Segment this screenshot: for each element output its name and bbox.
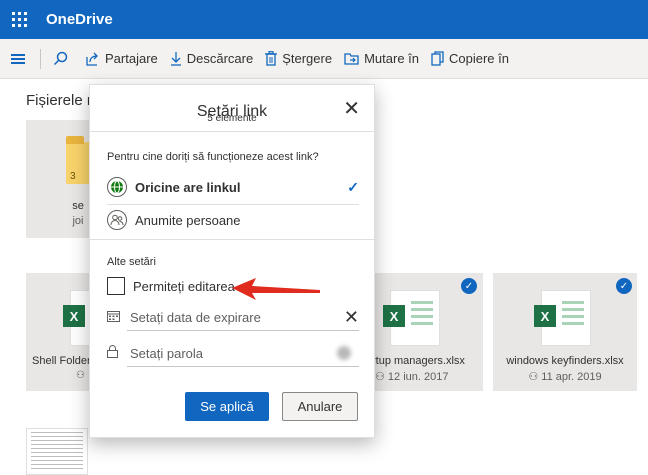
option-specific-people[interactable]: Anumite persoane bbox=[107, 205, 359, 235]
copy-button[interactable]: Copiere în bbox=[425, 39, 515, 79]
trash-icon bbox=[265, 51, 278, 66]
app-launcher-icon[interactable] bbox=[0, 0, 38, 39]
document-thumbnail[interactable] bbox=[26, 428, 88, 475]
search-icon bbox=[53, 51, 68, 66]
password-field[interactable]: Setați parola bbox=[107, 339, 359, 367]
app-title[interactable]: OneDrive bbox=[46, 11, 113, 28]
menu-icon[interactable] bbox=[0, 39, 36, 79]
option-label: Oricine are linkul bbox=[135, 179, 241, 195]
globe-icon bbox=[107, 177, 127, 197]
expiry-date-placeholder: Setați data de expirare bbox=[130, 309, 261, 325]
option-label: Anumite persoane bbox=[135, 212, 241, 228]
divider bbox=[40, 48, 41, 69]
allow-editing-checkbox[interactable] bbox=[107, 277, 125, 295]
app-header: OneDrive bbox=[0, 0, 648, 39]
command-bar: Partajare Descărcare Ștergere Mutare în … bbox=[0, 39, 648, 79]
move-button[interactable]: Mutare în bbox=[338, 39, 425, 79]
excel-file-icon: X bbox=[534, 290, 591, 346]
cancel-button[interactable]: Anulare bbox=[282, 392, 358, 421]
download-icon bbox=[170, 51, 182, 66]
file-name: windows keyfinders.xlsx bbox=[506, 355, 624, 367]
copy-label: Copiere în bbox=[449, 51, 509, 66]
apply-button[interactable]: Se aplică bbox=[185, 392, 269, 421]
selected-check-icon[interactable]: ✓ bbox=[461, 278, 477, 294]
file-name: rtup managers.xlsx bbox=[372, 355, 465, 367]
audience-question: Pentru cine doriți să funcționeze acest … bbox=[107, 151, 319, 163]
download-label: Descărcare bbox=[186, 51, 254, 66]
annotation-arrow-icon bbox=[232, 278, 320, 300]
file-date: ⚇ 11 apr. 2019 bbox=[493, 370, 637, 383]
excel-file-icon: X bbox=[383, 290, 440, 346]
calendar-icon bbox=[107, 310, 125, 325]
close-icon[interactable]: ✕ bbox=[343, 99, 360, 119]
search-button[interactable] bbox=[47, 39, 79, 79]
share-label: Partajare bbox=[105, 51, 158, 66]
move-label: Mutare în bbox=[364, 51, 420, 66]
move-icon bbox=[344, 52, 359, 65]
password-placeholder: Setați parola bbox=[130, 345, 203, 361]
link-settings-dialog: Setări link 5 elemente ✕ Pentru cine dor… bbox=[89, 84, 375, 438]
file-date-text: 11 apr. 2019 bbox=[541, 371, 602, 383]
allow-editing-row[interactable]: Permiteți editarea bbox=[107, 277, 235, 295]
lock-icon bbox=[107, 345, 125, 361]
delete-label: Ștergere bbox=[282, 51, 333, 66]
dialog-subtitle: 5 elemente bbox=[207, 113, 257, 124]
other-settings-heading: Alte setări bbox=[107, 256, 156, 268]
share-icon bbox=[85, 52, 100, 66]
expiry-date-field[interactable]: Setați data de expirare ✕ bbox=[107, 303, 359, 331]
shared-icon: ⚇ bbox=[76, 370, 85, 381]
download-button[interactable]: Descărcare bbox=[164, 39, 259, 79]
file-tile[interactable]: ✓ X rtup managers.xlsx ⚇ 12 iun. 2017 bbox=[372, 273, 483, 391]
checkmark-icon: ✓ bbox=[347, 178, 359, 195]
share-button[interactable]: Partajare bbox=[79, 39, 164, 79]
clear-expiry-icon[interactable]: ✕ bbox=[344, 307, 359, 328]
file-date-text: 12 iun. 2017 bbox=[387, 371, 449, 383]
file-name: Shell Folder bbox=[32, 355, 91, 367]
option-anyone[interactable]: Oricine are linkul ✓ bbox=[107, 172, 359, 202]
allow-editing-label: Permiteți editarea bbox=[133, 278, 235, 294]
divider bbox=[90, 131, 374, 132]
people-icon bbox=[107, 210, 127, 230]
selected-check-icon[interactable]: ✓ bbox=[616, 278, 632, 294]
file-date: ⚇ 12 iun. 2017 bbox=[375, 370, 483, 383]
shared-icon: ⚇ bbox=[375, 371, 388, 383]
copy-icon bbox=[431, 51, 444, 66]
delete-button[interactable]: Ștergere bbox=[259, 39, 338, 79]
folder-count: 3 bbox=[70, 171, 76, 182]
password-reveal-icon[interactable] bbox=[337, 346, 351, 360]
file-tile[interactable]: X Shell Folder ⚇ bbox=[26, 273, 120, 391]
file-tile[interactable]: ✓ X windows keyfinders.xlsx ⚇ 11 apr. 20… bbox=[493, 273, 637, 391]
file-tile[interactable]: 3 se joi bbox=[26, 120, 112, 238]
shared-icon: ⚇ bbox=[528, 371, 542, 383]
divider bbox=[90, 239, 374, 240]
